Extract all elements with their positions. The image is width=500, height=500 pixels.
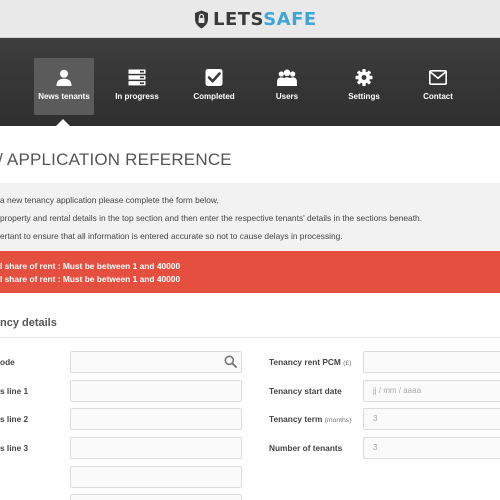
- town-input[interactable]: [70, 466, 242, 488]
- active-nav-pointer: [56, 119, 70, 126]
- address-line-2-label: s line 2: [0, 414, 29, 424]
- shield-lock-icon: [195, 10, 208, 28]
- nav-label-settings: Settings: [348, 92, 380, 101]
- nav-item-in-progress[interactable]: In progress: [107, 58, 167, 115]
- error-alert: l share of rent : Must be between 1 and …: [0, 251, 500, 293]
- address-line-3-label: s line 3: [0, 443, 29, 453]
- logo[interactable]: LETSSAFE: [194, 8, 317, 30]
- search-icon[interactable]: [224, 355, 237, 368]
- logo-text-safe: SAFE: [263, 8, 317, 30]
- currency-unit: (£): [343, 360, 352, 367]
- tenancy-term-input[interactable]: 3: [363, 408, 500, 430]
- top-bar: LETSSAFE: [0, 0, 500, 38]
- logo-text-lets: LETS: [213, 8, 264, 30]
- users-icon: [277, 69, 297, 86]
- tenancy-term-label: Tenancy term (months): [269, 414, 351, 424]
- nav-item-users[interactable]: Users: [257, 58, 317, 115]
- page-title: / APPLICATION REFERENCE: [0, 150, 232, 169]
- address-line-3-input[interactable]: [70, 437, 242, 459]
- nav-item-completed[interactable]: Completed: [184, 58, 244, 115]
- error-message: l share of rent : Must be between 1 and …: [0, 261, 181, 271]
- checkbox-icon: [205, 69, 223, 86]
- postcode-input[interactable]: [70, 351, 242, 373]
- nav-label-contact: Contact: [423, 92, 453, 101]
- number-of-tenants-input[interactable]: 3: [363, 437, 500, 459]
- tenancy-term-label-text: Tenancy term: [269, 414, 323, 424]
- tenancy-rent-pcm-label: Tenancy rent PCM (£): [269, 357, 351, 367]
- number-of-tenants-label: Number of tenants: [269, 443, 343, 453]
- section-title-tenancy-details: ncy details: [0, 317, 57, 329]
- address-line-2-input[interactable]: [70, 408, 242, 430]
- nav-item-contact[interactable]: Contact: [408, 58, 468, 115]
- tenancy-rent-pcm-label-text: Tenancy rent PCM: [269, 357, 341, 367]
- intro-line: a new tenancy application please complet…: [0, 195, 219, 205]
- intro-line: ertant to ensure that all information is…: [0, 231, 343, 241]
- tenancy-start-date-label: Tenancy start date: [269, 386, 342, 396]
- intro-instructions: a new tenancy application please complet…: [0, 183, 500, 251]
- gear-icon: [355, 69, 373, 86]
- tenancy-rent-pcm-input[interactable]: [363, 351, 500, 373]
- nav-label-users: Users: [275, 92, 299, 101]
- address-line-1-label: s line 1: [0, 386, 29, 396]
- server-icon: [128, 69, 146, 86]
- nav-item-settings[interactable]: Settings: [334, 58, 394, 115]
- nav-label-news-tenants: News tenants: [38, 92, 90, 101]
- term-unit: (months): [324, 417, 352, 424]
- nav-label-in-progress: In progress: [115, 92, 159, 101]
- section-divider: [0, 337, 500, 338]
- nav-label-completed: Completed: [193, 92, 235, 101]
- main-nav: News tenants In progress Completed Users: [0, 38, 500, 126]
- tenancy-start-date-input[interactable]: jj / mm / aaaa: [363, 380, 500, 402]
- county-input[interactable]: [70, 494, 242, 500]
- error-message: l share of rent : Must be between 1 and …: [0, 274, 181, 284]
- envelope-icon: [429, 70, 447, 85]
- nav-item-news-tenants[interactable]: News tenants: [34, 58, 94, 115]
- user-icon: [56, 69, 72, 86]
- address-line-1-input[interactable]: [70, 380, 242, 402]
- postcode-label: ode: [0, 357, 15, 367]
- intro-line: property and rental details in the top s…: [0, 213, 423, 223]
